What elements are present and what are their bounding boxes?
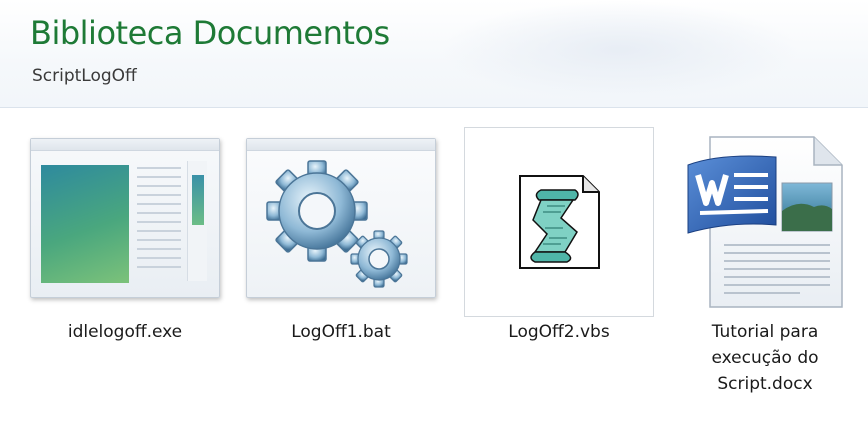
file-name-label-line-2[interactable]: execução do [676, 346, 854, 370]
file-name-label[interactable]: LogOff1.bat [236, 320, 446, 344]
vbscript-scroll-icon[interactable] [464, 127, 654, 317]
gears-batch-icon[interactable] [246, 138, 436, 298]
file-name-label-line-1[interactable]: Tutorial para [676, 320, 854, 344]
file-name-label[interactable]: idlelogoff.exe [20, 320, 230, 344]
library-title: Biblioteca Documentos [30, 14, 390, 52]
file-name-label[interactable]: LogOff2.vbs [454, 320, 664, 344]
library-subtitle: ScriptLogOff [32, 66, 137, 86]
file-name-label-line-3[interactable]: Script.docx [676, 372, 854, 396]
exe-window-thumbnail-icon[interactable] [30, 138, 220, 298]
word-document-icon[interactable] [680, 133, 850, 313]
header-divider [0, 107, 868, 108]
